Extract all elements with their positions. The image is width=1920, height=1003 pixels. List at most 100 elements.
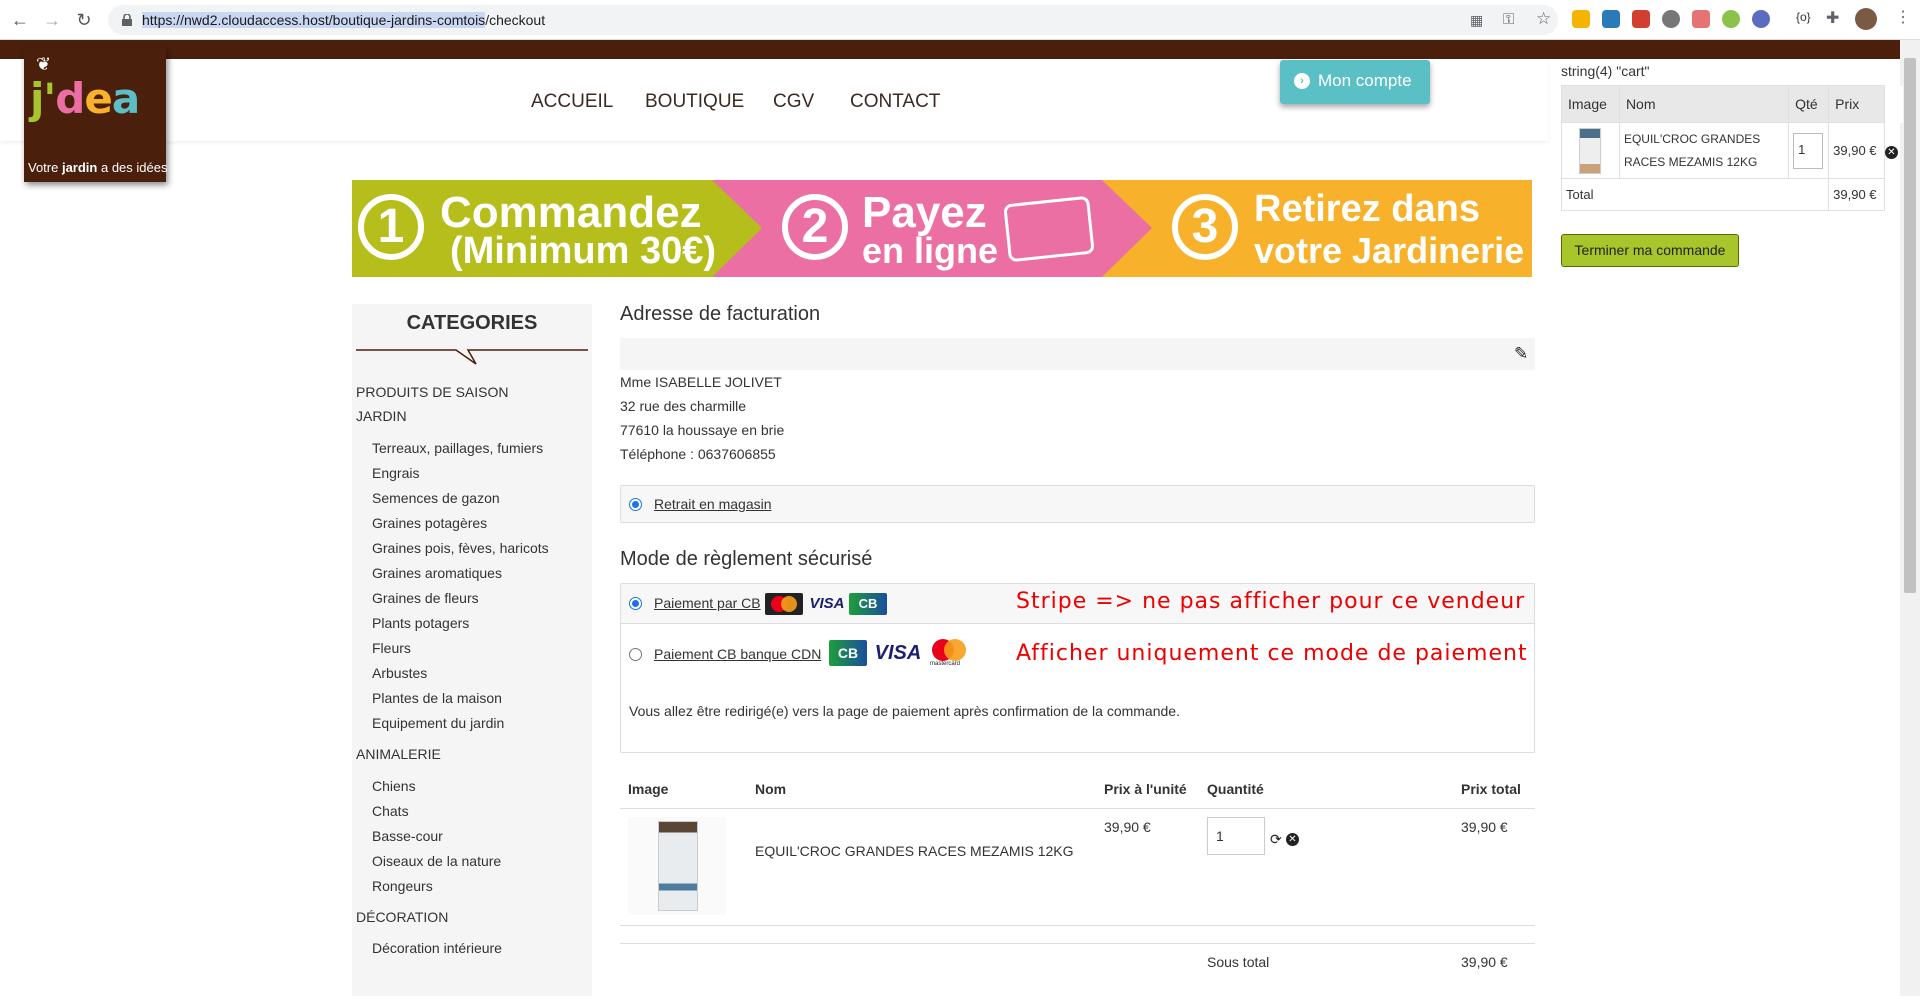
subcategory-item[interactable]: Engrais xyxy=(372,465,419,481)
banner-step-1: 1 Commandez (Minimum 30€) xyxy=(352,180,722,277)
scrollbar[interactable] xyxy=(1900,40,1920,996)
forward-icon[interactable]: → xyxy=(40,8,64,32)
key-icon[interactable]: ⚿ xyxy=(1503,11,1514,28)
product-total: 39,90 € xyxy=(1461,819,1508,835)
finish-order-button[interactable]: Terminer ma commande xyxy=(1561,234,1739,267)
mastercard-logo-icon: mastercard xyxy=(929,638,969,670)
extension-n-icon[interactable] xyxy=(1602,10,1620,28)
cart-header-image: Image xyxy=(1561,85,1620,123)
product-name[interactable]: EQUIL'CROC GRANDES RACES MEZAMIS 12KG xyxy=(755,843,1074,859)
extension-badge-icon[interactable] xyxy=(1572,10,1590,28)
col-unit-price: Prix à l'unité xyxy=(1104,781,1187,797)
extension-braces-icon[interactable]: {o} xyxy=(1796,10,1811,24)
menu-cgv[interactable]: CGV xyxy=(773,91,814,113)
subcategory-item[interactable]: Graines de fleurs xyxy=(372,590,479,606)
cart-qty-input[interactable]: 1 xyxy=(1793,132,1824,169)
menu-boutique[interactable]: BOUTIQUE xyxy=(645,91,744,113)
product-qty-input[interactable]: 1 xyxy=(1207,817,1265,855)
extension-gear-icon[interactable] xyxy=(1752,10,1770,28)
more-menu-icon[interactable]: ⋮ xyxy=(1895,7,1911,27)
category-animalerie[interactable]: ANIMALERIE xyxy=(356,746,441,762)
remove-icon[interactable]: ✕ xyxy=(1286,833,1299,846)
lock-icon xyxy=(122,13,132,26)
cb-logo-icon: CB xyxy=(829,640,867,666)
menu-accueil[interactable]: ACCUEIL xyxy=(531,91,613,113)
subcategory-item[interactable]: Arbustes xyxy=(372,665,427,681)
subcategory-item[interactable]: Décoration intérieure xyxy=(372,940,502,956)
categories-title: CATEGORIES xyxy=(406,312,538,334)
avatar[interactable] xyxy=(1855,8,1877,30)
category-jardin[interactable]: JARDIN xyxy=(356,408,407,424)
step-3-number: 3 xyxy=(1172,194,1238,260)
payment-option-cb-label[interactable]: Paiement par CB xyxy=(654,595,761,611)
extension-leaf-icon[interactable] xyxy=(1722,10,1740,28)
bookmark-star-icon[interactable]: ☆ xyxy=(1536,9,1551,29)
step-3-line-2: votre Jardinerie xyxy=(1254,230,1525,271)
leaf-icon: ❦ xyxy=(36,54,52,74)
shipping-radio[interactable] xyxy=(629,498,642,511)
category-sidebar: CATEGORIES PRODUITS DE SAISON JARDIN Ter… xyxy=(352,304,592,996)
site-logo[interactable]: ❦ j'dea Votre jardin a des idées xyxy=(24,48,167,182)
cart-item-price: 39,90 € xyxy=(1828,122,1885,179)
cart-debug-output: string(4) "cart" xyxy=(1561,63,1650,79)
banner-step-2: 2 Payez en ligne xyxy=(782,180,1102,277)
reload-icon[interactable]: ↻ xyxy=(72,8,96,32)
url-path: /checkout xyxy=(485,12,546,28)
annotation-cdn-note: Afficher uniquement ce mode de paiement xyxy=(1016,641,1528,666)
cart-header-qty: Qté xyxy=(1788,85,1830,123)
edit-pencil-icon[interactable]: ✎ xyxy=(1514,344,1528,364)
category-decoration[interactable]: DÉCORATION xyxy=(356,909,448,925)
product-unit-price: 39,90 € xyxy=(1104,819,1151,835)
subtotal-row: Sous total 39,90 € xyxy=(620,943,1535,1003)
subcategory-item[interactable]: Equipement du jardin xyxy=(372,715,504,731)
extension-translate-icon[interactable] xyxy=(1692,10,1710,28)
subcategory-item[interactable]: Fleurs xyxy=(372,640,411,656)
payment-option-cdn-label[interactable]: Paiement CB banque CDN xyxy=(654,646,821,662)
refresh-icon[interactable]: ⟳ xyxy=(1270,831,1282,848)
cart-item-row: EQUIL'CROC GRANDES RACES MEZAMIS 12KG 1 … xyxy=(1561,122,1903,179)
subcategory-item[interactable]: Graines pois, fèves, haricots xyxy=(372,540,549,556)
category-produits-de-saison[interactable]: PRODUITS DE SAISON xyxy=(356,384,508,400)
qr-code-icon[interactable]: ▦ xyxy=(1470,12,1483,29)
subcategory-item[interactable]: Semences de gazon xyxy=(372,490,500,506)
subcategory-item[interactable]: Oiseaux de la nature xyxy=(372,853,501,869)
extension-circle-icon[interactable] xyxy=(1662,10,1680,28)
back-icon[interactable]: ← xyxy=(8,8,32,32)
billing-street: 32 rue des charmille xyxy=(620,398,747,414)
payment-option-1-row: Paiement par CB VISA CB Stripe => ne pas… xyxy=(621,584,1534,624)
subcategory-item[interactable]: Graines aromatiques xyxy=(372,565,502,581)
address-bar[interactable]: https://nwd2.cloudaccess.host/boutique-j… xyxy=(108,5,1558,35)
account-button-label: Mon compte xyxy=(1318,71,1412,90)
cart-item-image[interactable] xyxy=(1561,122,1620,179)
product-image[interactable] xyxy=(628,817,726,915)
step-2-line-2: en ligne xyxy=(862,230,999,271)
mastercard-logo-icon xyxy=(765,593,803,615)
step-3-line-1: Retirez dans xyxy=(1254,188,1480,230)
cart-header-name: Nom xyxy=(1618,85,1790,123)
subcategory-item[interactable]: Rongeurs xyxy=(372,878,433,894)
subcategory-item[interactable]: Plants potagers xyxy=(372,615,469,631)
shipping-option-box: Retrait en magasin xyxy=(620,485,1535,523)
cb-logo-icon: CB xyxy=(849,593,887,615)
billing-city: 77610 la houssaye en brie xyxy=(620,422,785,438)
visa-logo-icon: VISA xyxy=(874,642,922,664)
annotation-stripe-note: Stripe => ne pas afficher pour ce vendeu… xyxy=(1016,589,1526,614)
payment-radio-cb[interactable] xyxy=(629,597,642,610)
menu-contact[interactable]: CONTACT xyxy=(850,91,940,113)
subcategory-item[interactable]: Graines potagères xyxy=(372,515,487,531)
subcategory-item[interactable]: Basse-cour xyxy=(372,828,443,844)
subcategory-item[interactable]: Chats xyxy=(372,803,409,819)
puzzle-icon[interactable]: ✚ xyxy=(1826,8,1839,28)
payment-title: Mode de règlement sécurisé xyxy=(620,548,873,570)
payment-radio-cdn[interactable] xyxy=(629,648,642,661)
subcategory-item[interactable]: Chiens xyxy=(372,778,416,794)
product-row: EQUIL'CROC GRANDES RACES MEZAMIS 12KG 39… xyxy=(620,809,1535,926)
extension-pocket-icon[interactable] xyxy=(1632,10,1650,28)
account-button[interactable]: › Mon compte xyxy=(1280,60,1430,104)
cart-item-name[interactable]: EQUIL'CROC GRANDES RACES MEZAMIS 12KG xyxy=(1618,122,1790,179)
subcategory-item[interactable]: Terreaux, paillages, fumiers xyxy=(372,440,543,456)
shipping-option-label[interactable]: Retrait en magasin xyxy=(654,496,772,512)
subcategory-item[interactable]: Plantes de la maison xyxy=(372,690,502,706)
remove-icon[interactable]: ✕ xyxy=(1885,123,1903,179)
scrollbar-thumb[interactable] xyxy=(1904,58,1916,593)
